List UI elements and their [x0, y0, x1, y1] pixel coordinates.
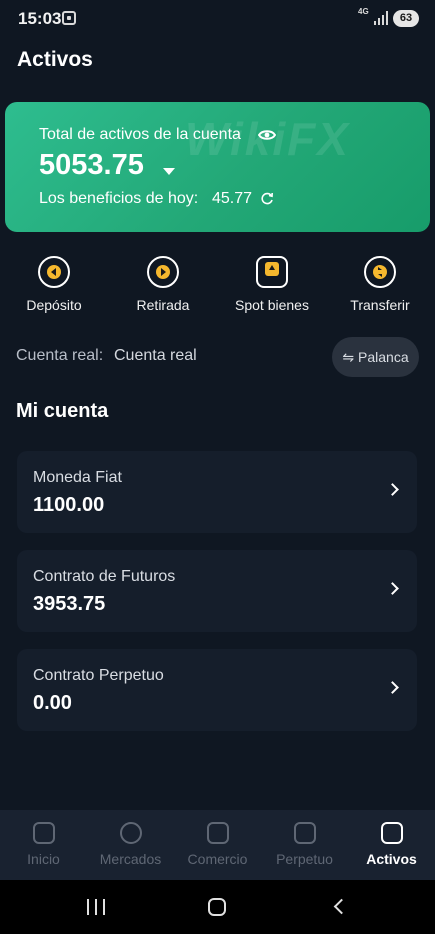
wallet-icon	[380, 822, 403, 844]
account-amount: 3953.75	[33, 593, 106, 615]
account-amount: 0.00	[33, 692, 72, 714]
perpetual-icon	[293, 822, 316, 844]
status-bar: 15:03 4G 63	[0, 0, 435, 36]
system-nav	[0, 880, 435, 934]
withdraw-label: Retirada	[136, 297, 190, 313]
transfer-button[interactable]: Transferir	[335, 256, 425, 313]
today-profit-label: Los beneficios de hoy:	[39, 190, 199, 207]
account-card-fiat[interactable]: Moneda Fiat 1100.00	[17, 451, 417, 533]
deposit-label: Depósito	[26, 297, 82, 313]
account-name: Contrato Perpetuo	[33, 667, 164, 684]
withdraw-icon	[147, 256, 179, 288]
trade-icon	[206, 822, 229, 844]
nav-label: Mercados	[99, 851, 162, 867]
markets-icon	[119, 822, 142, 844]
nav-item-perpetual[interactable]: Perpetuo	[261, 822, 348, 867]
eye-icon[interactable]	[258, 129, 276, 141]
nav-label: Inicio	[27, 851, 60, 867]
account-type-label: Cuenta real:	[16, 347, 104, 364]
battery-icon: 63	[393, 10, 419, 27]
account-type-value[interactable]: Cuenta real	[114, 347, 197, 365]
total-assets-value: 5053.75	[39, 149, 144, 181]
page-title: Activos	[17, 48, 93, 71]
deposit-button[interactable]: Depósito	[9, 256, 99, 313]
total-assets-label: Total de activos de la cuenta	[39, 126, 241, 143]
nav-item-trade[interactable]: Comercio	[174, 822, 261, 867]
status-time: 15:03	[18, 9, 62, 28]
chevron-right-icon	[386, 483, 399, 496]
transfer-icon	[364, 256, 396, 288]
account-card-perpetual[interactable]: Contrato Perpetuo 0.00	[17, 649, 417, 731]
withdraw-button[interactable]: Retirada	[118, 256, 208, 313]
account-amount: 1100.00	[33, 494, 105, 516]
home-icon	[32, 822, 55, 844]
my-account-title: Mi cuenta	[16, 400, 109, 422]
nav-label: Activos	[366, 851, 417, 867]
bottom-nav: Inicio Mercados Comercio Perpetuo Activo…	[0, 810, 435, 880]
deposit-icon	[38, 256, 70, 288]
chevron-right-icon	[386, 582, 399, 595]
back-icon[interactable]	[333, 898, 350, 915]
account-name: Contrato de Futuros	[33, 568, 176, 585]
leverage-button[interactable]: ⇋ Palanca	[332, 337, 419, 377]
account-card-futures[interactable]: Contrato de Futuros 3953.75	[17, 550, 417, 632]
transfer-label: Transferir	[350, 297, 410, 313]
home-button-icon[interactable]	[208, 898, 226, 916]
spot-icon	[256, 256, 288, 288]
signal-icon	[374, 11, 388, 25]
refresh-icon[interactable]	[260, 192, 274, 206]
spot-goods-label: Spot bienes	[235, 297, 309, 313]
account-name: Moneda Fiat	[33, 469, 122, 486]
total-assets-card: WikiFX Total de activos de la cuenta 505…	[5, 102, 430, 232]
today-profit-value: 45.77	[212, 190, 253, 207]
nav-item-home[interactable]: Inicio	[0, 822, 87, 867]
screenshot-icon	[62, 11, 76, 25]
nav-label: Perpetuo	[276, 851, 333, 867]
network-type: 4G	[358, 7, 369, 16]
nav-label: Comercio	[187, 851, 248, 867]
chevron-right-icon	[386, 681, 399, 694]
recents-icon[interactable]	[87, 899, 105, 915]
nav-item-assets[interactable]: Activos	[348, 822, 435, 867]
caret-down-icon[interactable]	[163, 168, 175, 175]
nav-item-markets[interactable]: Mercados	[87, 822, 174, 867]
spot-goods-button[interactable]: Spot bienes	[227, 256, 317, 313]
